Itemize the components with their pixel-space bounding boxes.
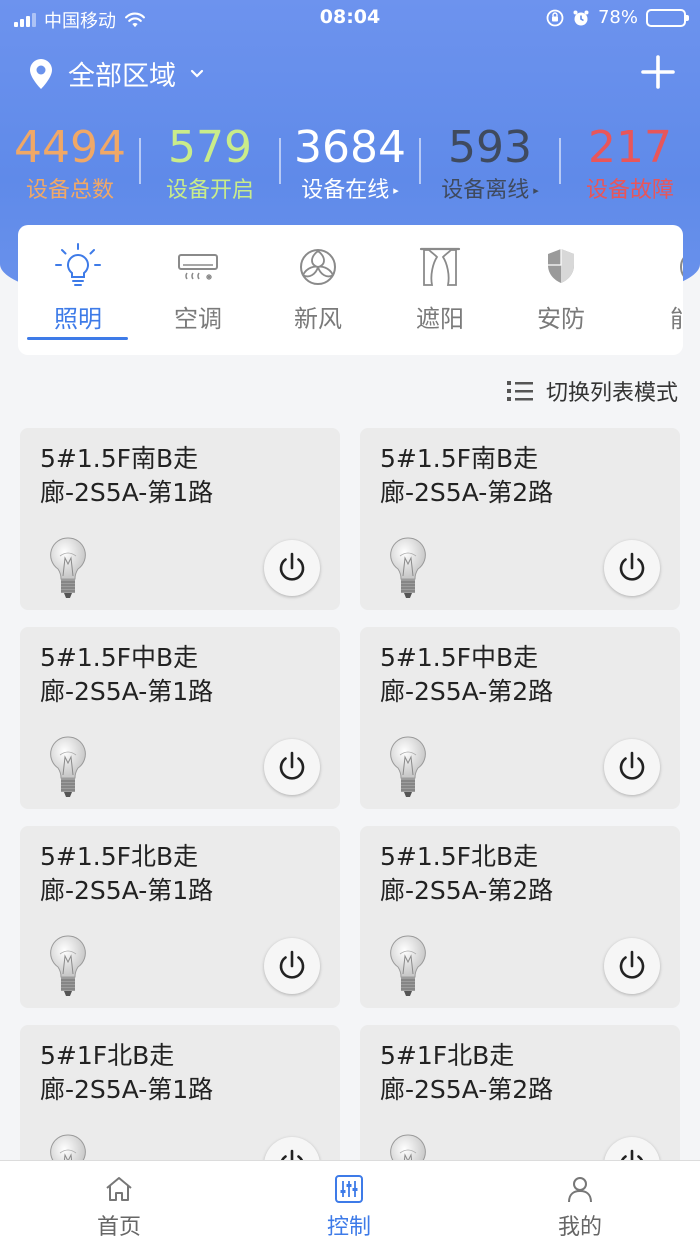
- sliders-icon: [335, 1175, 363, 1203]
- orientation-lock-icon: [546, 9, 564, 26]
- tab-label: 照明: [54, 305, 102, 333]
- battery-icon: [646, 8, 689, 27]
- power-icon: [619, 552, 645, 581]
- area-label: 全部区域: [68, 61, 176, 92]
- lightbulb-icon: [50, 537, 86, 598]
- device-name: 5#1F北B走廊-2S5A-第1路: [40, 1041, 214, 1104]
- device-name: 5#1.5F北B走廊-2S5A-第2路: [380, 842, 554, 905]
- device-card[interactable]: 5#1.5F中B走廊-2S5A-第1路: [20, 627, 340, 809]
- device-card[interactable]: 5#1.5F南B走廊-2S5A-第2路: [360, 428, 680, 610]
- stat-label: 设备开启: [165, 178, 254, 203]
- lightbulb-icon: [50, 935, 86, 996]
- stat-value: 217: [588, 122, 672, 173]
- tab-security[interactable]: 安防: [501, 241, 621, 334]
- tab-label: 能: [670, 305, 683, 333]
- stat-total[interactable]: 4494 设备总数: [0, 122, 140, 206]
- top-bar: 全部区域: [0, 48, 700, 96]
- tab-lighting[interactable]: 照明: [18, 241, 138, 334]
- list-mode-toggle[interactable]: 切换列表模式: [506, 375, 678, 407]
- power-button[interactable]: [604, 938, 660, 994]
- power-button[interactable]: [264, 540, 320, 596]
- lightbulb-icon: [55, 243, 101, 286]
- stat-offline[interactable]: 593 设备离线 ▸: [420, 122, 560, 206]
- power-icon: [279, 950, 305, 979]
- air-conditioner-icon: [178, 254, 218, 280]
- stat-on[interactable]: 579 设备开启: [140, 122, 280, 206]
- tab-label: 我的: [557, 1215, 602, 1240]
- tab-shading[interactable]: 遮阳: [380, 241, 500, 334]
- chevron-down-icon: [190, 69, 204, 78]
- fresh-air-icon: [300, 249, 336, 285]
- lightbulb-icon: [390, 935, 426, 996]
- tab-label: 遮阳: [416, 305, 464, 333]
- alarm-clock-icon: [573, 10, 589, 25]
- stat-value: 3684: [294, 122, 406, 173]
- tab-label: 空调: [174, 305, 222, 333]
- active-tab-indicator: [27, 337, 128, 340]
- power-icon: [619, 950, 645, 979]
- stat-value: 579: [168, 122, 252, 173]
- list-icon: [506, 381, 533, 401]
- device-card[interactable]: 5#1.5F北B走廊-2S5A-第2路: [360, 826, 680, 1008]
- user-icon: [568, 1177, 592, 1203]
- tab-air-conditioning[interactable]: 空调: [138, 241, 258, 334]
- lightbulb-icon: [390, 537, 426, 598]
- category-tabs: 照明 空调 新风 遮阳 安防 能: [18, 225, 683, 355]
- tab-label: 首页: [96, 1215, 141, 1240]
- app-screen: 中国移动 08:04 78% 全部区域 4494 设备总数 579 设备开启 3…: [0, 0, 700, 1244]
- power-icon: [619, 751, 645, 780]
- power-button[interactable]: [604, 739, 660, 795]
- tab-home[interactable]: 首页: [59, 1173, 179, 1241]
- lightbulb-icon: [390, 736, 426, 797]
- stat-value: 4494: [14, 122, 126, 173]
- power-icon: [279, 751, 305, 780]
- device-card[interactable]: 5#1.5F北B走廊-2S5A-第1路: [20, 826, 340, 1008]
- plus-icon[interactable]: [640, 54, 676, 90]
- stat-label: 设备总数: [25, 178, 114, 203]
- power-button[interactable]: [264, 938, 320, 994]
- device-name: 5#1F北B走廊-2S5A-第2路: [380, 1041, 554, 1104]
- device-name: 5#1.5F南B走廊-2S5A-第2路: [380, 444, 554, 507]
- tab-label: 新风: [294, 305, 342, 333]
- status-bar: 中国移动 08:04 78%: [0, 0, 700, 36]
- stat-online[interactable]: 3684 设备在线 ▸: [280, 122, 420, 206]
- power-icon: [279, 552, 305, 581]
- curtain-icon: [419, 247, 461, 286]
- device-stats: 4494 设备总数 579 设备开启 3684 设备在线 ▸ 593 设备离线 ▸ …: [0, 122, 700, 212]
- battery-percent: 78%: [597, 7, 638, 28]
- arrow-right-icon: ▸: [533, 184, 539, 197]
- tab-label: 控制: [326, 1215, 371, 1240]
- arrow-right-icon: ▸: [393, 184, 399, 197]
- list-mode-label: 切换列表模式: [545, 381, 678, 406]
- stat-label: 设备离线: [441, 178, 530, 203]
- tab-energy[interactable]: 能: [622, 241, 683, 334]
- device-card[interactable]: 5#1.5F中B走廊-2S5A-第2路: [360, 627, 680, 809]
- home-icon: [106, 1177, 132, 1201]
- stat-fault[interactable]: 217 设备故障: [560, 122, 700, 206]
- power-button[interactable]: [604, 540, 660, 596]
- bottom-tab-bar: 首页 控制 我的: [0, 1160, 700, 1244]
- tab-control[interactable]: 控制: [289, 1173, 409, 1241]
- power-button[interactable]: [264, 739, 320, 795]
- device-name: 5#1.5F中B走廊-2S5A-第1路: [40, 643, 214, 706]
- stat-label: 设备在线: [301, 178, 390, 203]
- device-card[interactable]: 5#1.5F南B走廊-2S5A-第1路: [20, 428, 340, 610]
- stat-value: 593: [448, 122, 532, 173]
- device-name: 5#1.5F北B走廊-2S5A-第1路: [40, 842, 214, 905]
- stat-label: 设备故障: [585, 178, 674, 203]
- tab-fresh-air[interactable]: 新风: [258, 241, 378, 334]
- area-selector[interactable]: 全部区域: [26, 54, 204, 93]
- lightbulb-icon: [50, 736, 86, 797]
- location-pin-icon: [30, 58, 52, 89]
- shield-icon: [548, 249, 574, 283]
- device-name: 5#1.5F南B走廊-2S5A-第1路: [40, 444, 214, 507]
- device-name: 5#1.5F中B走廊-2S5A-第2路: [380, 643, 554, 706]
- tab-label: 安防: [537, 305, 585, 333]
- energy-icon: [680, 257, 683, 277]
- tab-profile[interactable]: 我的: [520, 1173, 640, 1241]
